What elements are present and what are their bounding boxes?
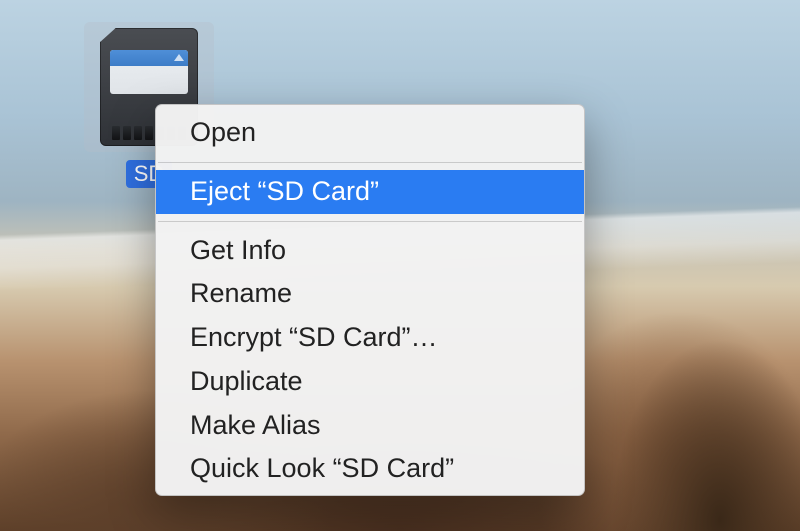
menu-item-eject[interactable]: Eject “SD Card” [156,170,584,214]
menu-item-encrypt[interactable]: Encrypt “SD Card”… [156,316,584,360]
menu-item-duplicate[interactable]: Duplicate [156,360,584,404]
menu-separator [158,221,582,222]
menu-separator [158,162,582,163]
context-menu: Open Eject “SD Card” Get Info Rename Enc… [155,104,585,496]
menu-item-get-info[interactable]: Get Info [156,229,584,273]
menu-item-open[interactable]: Open [156,111,584,155]
menu-item-quick-look[interactable]: Quick Look “SD Card” [156,447,584,491]
menu-item-rename[interactable]: Rename [156,272,584,316]
menu-item-make-alias[interactable]: Make Alias [156,404,584,448]
